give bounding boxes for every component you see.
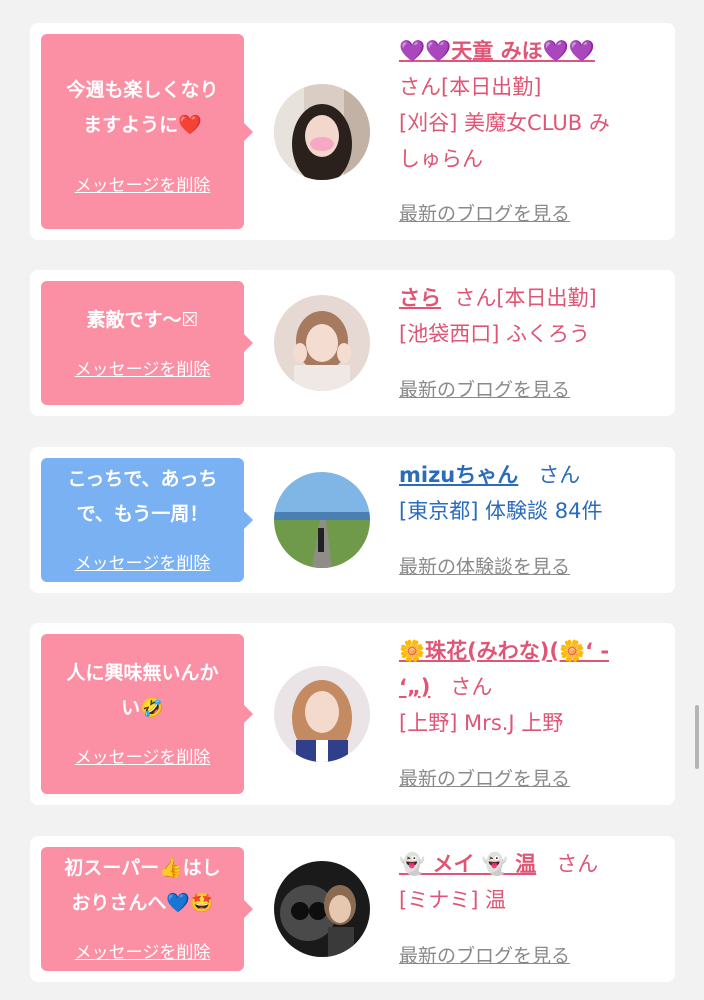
cast-name-link[interactable]: 💜💜天童 みほ💜💜 [399, 39, 595, 63]
message-text: 素敵です〜☒ [86, 309, 199, 331]
message-text: こっちで、あっち で、もう一周！ [67, 468, 218, 525]
cast-name-link[interactable]: さら [399, 286, 441, 310]
cast-name-link-cont[interactable]: ‘„) [399, 675, 430, 699]
avatar[interactable] [274, 666, 370, 762]
message-bubble: 初スーパー👍はし おりさんへ💙🤩 メッセージを削除 [41, 847, 253, 971]
message-card: 素敵です〜☒ メッセージを削除 さら さん[本日出勤] [池袋西口] ふくろう … [30, 270, 675, 416]
reviewer-name-link[interactable]: mizuちゃん [399, 463, 518, 487]
cast-status: さん[本日出勤] [399, 75, 542, 99]
message-text: 初スーパー👍はし おりさんへ💙🤩 [64, 857, 221, 914]
delete-message-link[interactable]: メッセージを削除 [41, 938, 244, 963]
message-bubble: 素敵です〜☒ メッセージを削除 [41, 281, 253, 405]
latest-blog-link[interactable]: 最新のブログを見る [399, 199, 570, 226]
message-bubble: 人に興味無いんか い🤣 メッセージを削除 [41, 634, 253, 794]
delete-message-link[interactable]: メッセージを削除 [41, 743, 244, 768]
avatar[interactable] [274, 472, 370, 568]
avatar[interactable] [274, 295, 370, 391]
message-card: こっちで、あっち で、もう一周！ メッセージを削除 mizuちゃん さん [東京… [30, 447, 675, 593]
shop-info: [池袋西口] ふくろう [399, 322, 591, 346]
message-card: 初スーパー👍はし おりさんへ💙🤩 メッセージを削除 👻 メイ 👻 温 さん [ミ… [30, 836, 675, 982]
shop-info-cont: しゅらん [399, 147, 483, 171]
cast-info: mizuちゃん さん [東京都] 体験談 84件 [399, 457, 669, 529]
message-card: 人に興味無いんか い🤣 メッセージを削除 🌼珠花(みわな)(🌼‘ - ‘„) さ… [30, 623, 675, 805]
cast-name-link[interactable]: 👻 メイ 👻 温 [399, 852, 536, 876]
latest-blog-link[interactable]: 最新のブログを見る [399, 941, 570, 968]
cast-status: さん[本日出勤] [454, 286, 597, 310]
delete-message-link[interactable]: メッセージを削除 [41, 171, 244, 196]
avatar[interactable] [274, 861, 370, 957]
name-suffix: さん [556, 852, 599, 876]
cast-info: さら さん[本日出勤] [池袋西口] ふくろう [399, 280, 669, 352]
shop-info: [刈谷] 美魔女CLUB み [399, 111, 610, 135]
name-suffix: さん [450, 675, 493, 699]
latest-blog-link[interactable]: 最新のブログを見る [399, 764, 570, 791]
latest-review-link[interactable]: 最新の体験談を見る [399, 552, 570, 579]
cast-info: 🌼珠花(みわな)(🌼‘ - ‘„) さん [上野] Mrs.J 上野 [399, 633, 669, 741]
shop-info: [上野] Mrs.J 上野 [399, 711, 564, 735]
delete-message-link[interactable]: メッセージを削除 [41, 355, 244, 380]
message-text: 今週も楽しくなり ますように❤️ [66, 79, 219, 136]
message-card: 今週も楽しくなり ますように❤️ メッセージを削除 💜💜天童 みほ💜💜 さん[本… [30, 23, 675, 240]
review-info: [東京都] 体験談 84件 [399, 499, 603, 523]
cast-info: 👻 メイ 👻 温 さん [ミナミ] 温 [399, 846, 669, 918]
name-suffix: さん [538, 463, 581, 487]
delete-message-link[interactable]: メッセージを削除 [41, 549, 244, 574]
cast-name-link[interactable]: 🌼珠花(みわな)(🌼‘ - [399, 639, 609, 663]
message-bubble: 今週も楽しくなり ますように❤️ メッセージを削除 [41, 34, 253, 229]
scrollbar[interactable] [695, 705, 699, 769]
avatar[interactable] [274, 84, 370, 180]
shop-info: [ミナミ] 温 [399, 888, 507, 912]
cast-info: 💜💜天童 みほ💜💜 さん[本日出勤] [刈谷] 美魔女CLUB み しゅらん [399, 33, 669, 177]
message-text: 人に興味無いんか い🤣 [66, 662, 219, 719]
latest-blog-link[interactable]: 最新のブログを見る [399, 375, 570, 402]
message-bubble: こっちで、あっち で、もう一周！ メッセージを削除 [41, 458, 253, 582]
